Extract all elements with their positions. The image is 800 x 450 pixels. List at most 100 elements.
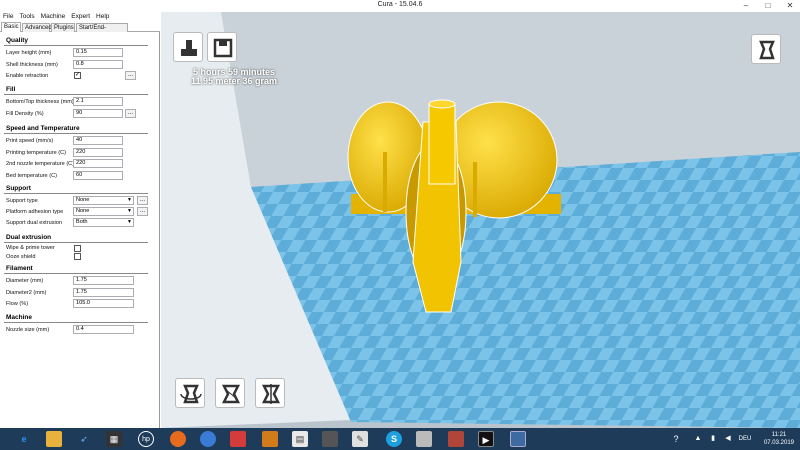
support-dual-select[interactable]: Both ▼ xyxy=(73,218,134,227)
nozzle-size-input[interactable]: 0.4 xyxy=(73,325,134,334)
menu-file[interactable]: File xyxy=(0,12,16,22)
network-icon[interactable]: ▮ xyxy=(705,431,721,447)
menu-bar: File Tools Machine Expert Help xyxy=(0,12,160,22)
divider xyxy=(4,193,148,194)
terminal-icon[interactable]: ▶ xyxy=(478,431,494,447)
support-type-value: None xyxy=(76,197,90,203)
diameter2-input[interactable]: 1.75 xyxy=(73,288,134,297)
tab-advanced[interactable]: Advanced xyxy=(22,23,52,32)
print-estimate: 5 hours 59 minutes 11.95 meter 36 gram xyxy=(191,68,277,86)
chevron-down-icon: ▼ xyxy=(127,197,132,203)
window-title: Cura - 15.04.6 xyxy=(377,1,423,8)
clock-date: 07.03.2019 xyxy=(763,440,794,446)
divider xyxy=(4,133,148,134)
clock-time: 11:21 xyxy=(771,432,787,438)
nozzle2-temperature-input[interactable]: 220 xyxy=(73,159,123,168)
section-fill: Fill xyxy=(6,86,16,93)
hp-icon[interactable]: hp xyxy=(138,431,154,447)
wipe-tower-checkbox[interactable] xyxy=(74,245,81,252)
system-clock[interactable]: 11:21 07.03.2019 xyxy=(764,431,794,447)
menu-expert[interactable]: Expert xyxy=(68,12,93,22)
divider xyxy=(4,273,148,274)
load-model-button[interactable] xyxy=(173,32,203,62)
rocket-icon[interactable]: ➶ xyxy=(76,431,92,447)
tool-icon[interactable] xyxy=(322,431,338,447)
support-options-button[interactable]: ... xyxy=(137,196,148,205)
mirror-button[interactable] xyxy=(255,378,285,408)
layer-height-input[interactable]: 0.15 xyxy=(73,48,123,57)
menu-tools[interactable]: Tools xyxy=(16,12,37,22)
globe-icon[interactable] xyxy=(200,431,216,447)
maximize-button[interactable]: □ xyxy=(758,0,778,12)
menu-help[interactable]: Help xyxy=(93,12,112,22)
settings-panel: Quality Layer height (mm) 0.15 Shell thi… xyxy=(0,32,160,428)
flow-input[interactable]: 105.0 xyxy=(73,299,134,308)
blender-icon[interactable] xyxy=(262,431,278,447)
divider xyxy=(4,242,148,243)
skype-icon[interactable]: S xyxy=(386,431,402,447)
print-material: 11.95 meter 36 gram xyxy=(191,76,278,86)
app-color-icon[interactable]: ▦ xyxy=(106,431,122,447)
platform-adhesion-label: Platform adhesion type xyxy=(6,209,64,215)
chevron-down-icon: ▼ xyxy=(127,219,132,225)
scanner-icon[interactable] xyxy=(416,431,432,447)
scale-button[interactable] xyxy=(215,378,245,408)
ooze-shield-checkbox[interactable] xyxy=(74,253,81,260)
help-icon[interactable]: ? xyxy=(668,431,684,447)
enable-retraction-checkbox[interactable]: ✓ xyxy=(74,72,81,79)
save-icon xyxy=(213,38,233,58)
retraction-options-button[interactable]: ... xyxy=(125,71,136,80)
tab-start-end-gcode[interactable]: Start/End-GCode xyxy=(76,23,128,39)
tab-basic[interactable]: Basic xyxy=(1,22,21,32)
view-mode-icon xyxy=(759,40,775,60)
section-quality: Quality xyxy=(6,37,29,44)
shell-thickness-input[interactable]: 0.8 xyxy=(73,60,123,69)
shell-thickness-label: Shell thickness (mm) xyxy=(6,62,58,68)
settings-tabs: Basic Advanced Plugins Start/End-GCode xyxy=(0,22,160,39)
diameter-input[interactable]: 1.75 xyxy=(73,276,134,285)
mirror-icon xyxy=(261,384,281,404)
ooze-shield-label: Ooze shield xyxy=(6,254,36,260)
fill-density-input[interactable]: 90 xyxy=(73,109,123,118)
calculator-icon[interactable]: ▤ xyxy=(292,431,308,447)
menu-machine[interactable]: Machine xyxy=(38,12,69,22)
bottom-top-thickness-input[interactable]: 2.1 xyxy=(73,97,123,106)
fill-options-button[interactable]: ... xyxy=(125,109,136,118)
section-dual-extrusion: Dual extrusion xyxy=(6,234,52,241)
layer-height-label: Layer height (mm) xyxy=(6,50,52,56)
3d-viewport[interactable]: 5 hours 59 minutes 11.95 meter 36 gram xyxy=(161,12,800,428)
title-bar: Cura - 15.04.6 – □ ✕ xyxy=(0,0,800,12)
cura-taskbar-icon[interactable] xyxy=(510,431,526,447)
divider xyxy=(4,45,148,46)
adhesion-options-button[interactable]: ... xyxy=(137,207,148,216)
close-button[interactable]: ✕ xyxy=(780,0,800,12)
tab-plugins[interactable]: Plugins xyxy=(51,23,75,32)
volume-icon[interactable]: ◀ xyxy=(720,431,736,447)
flow-label: Flow (%) xyxy=(6,301,29,307)
support-type-select[interactable]: None ▼ xyxy=(73,196,134,205)
platform-adhesion-select[interactable]: None ▼ xyxy=(73,207,134,216)
print-speed-label: Print speed (mm/s) xyxy=(6,138,54,144)
section-speed-temperature: Speed and Temperature xyxy=(6,125,80,132)
divider xyxy=(4,322,148,323)
print-speed-input[interactable]: 40 xyxy=(73,136,123,145)
bed-temperature-label: Bed temperature (C) xyxy=(6,173,57,179)
file-explorer-icon[interactable] xyxy=(46,431,62,447)
minimize-button[interactable]: – xyxy=(736,0,756,12)
view-mode-button[interactable] xyxy=(751,34,781,64)
diameter-label: Diameter (mm) xyxy=(6,278,44,284)
scale-icon xyxy=(221,384,241,404)
cube-icon[interactable] xyxy=(448,431,464,447)
save-gcode-button[interactable] xyxy=(207,32,237,62)
chevron-down-icon: ▼ xyxy=(127,208,132,214)
pdf-icon[interactable] xyxy=(230,431,246,447)
internet-explorer-icon[interactable]: e xyxy=(16,431,32,447)
language-indicator[interactable]: DEU xyxy=(735,431,755,447)
rotate-button[interactable] xyxy=(175,378,205,408)
tray-arrow-icon[interactable]: ▲ xyxy=(690,431,706,447)
bed-temperature-input[interactable]: 60 xyxy=(73,171,123,180)
load-icon xyxy=(181,40,197,56)
firefox-icon[interactable] xyxy=(170,431,186,447)
printing-temperature-input[interactable]: 220 xyxy=(73,148,123,157)
paint-icon[interactable]: ✎ xyxy=(352,431,368,447)
